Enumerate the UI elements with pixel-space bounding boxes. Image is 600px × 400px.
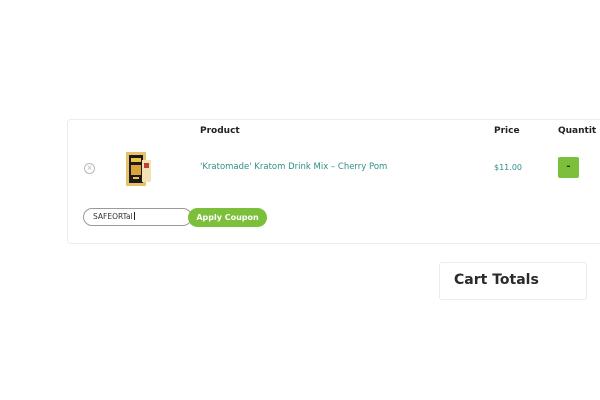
text-cursor [133,212,135,220]
column-header-price: Price [494,126,520,136]
cart-totals-panel: Cart Totals [439,262,587,300]
product-package-image [126,152,151,186]
coupon-code-value: SAFEORTal [93,212,133,221]
apply-coupon-button[interactable]: Apply Coupon [188,208,267,227]
product-thumbnail[interactable] [122,148,154,190]
cart-page: Product Price Quantit × 'Kratomade' Krat… [0,0,600,400]
cart-table: Product Price Quantit × 'Kratomade' Krat… [67,119,600,244]
product-name-link[interactable]: 'Kratomade' Kratom Drink Mix – Cherry Po… [200,162,387,172]
cart-totals-heading: Cart Totals [454,272,539,288]
column-header-quantity: Quantit [558,126,597,136]
coupon-code-input[interactable]: SAFEORTal [83,208,192,226]
product-price: $11.00 [494,163,522,172]
column-header-product: Product [200,126,240,136]
quantity-decrement-button[interactable]: - [558,157,579,178]
remove-item-icon[interactable]: × [84,163,95,174]
